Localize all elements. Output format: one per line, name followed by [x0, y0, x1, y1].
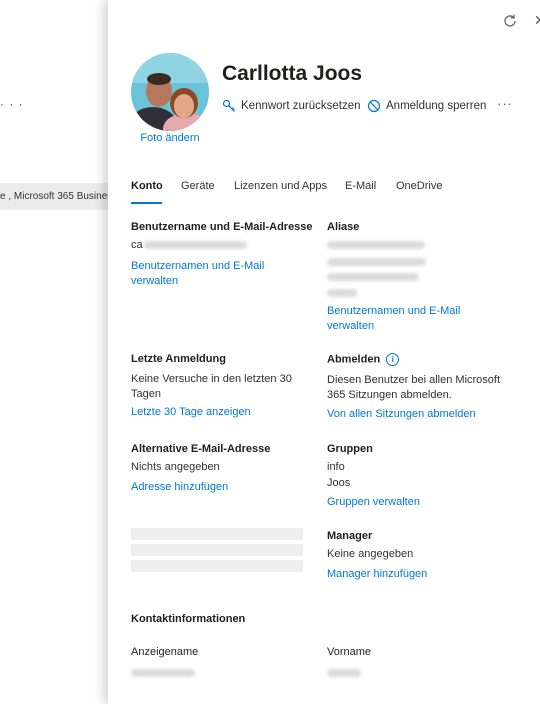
loading-placeholder	[131, 528, 303, 540]
groups-label: Gruppen	[327, 443, 373, 455]
active-tab-indicator	[131, 202, 162, 204]
last-signin-label: Letzte Anmeldung	[131, 353, 226, 365]
info-icon[interactable]: i	[386, 353, 400, 366]
user-display-name: Carllotta Joos	[222, 62, 363, 85]
background-list-row-text: e , Microsoft 365 Business	[0, 191, 108, 202]
manager-value: Keine angegeben	[327, 548, 414, 560]
signout-label: Abmelden i	[327, 353, 400, 366]
background-list-row[interactable]: e , Microsoft 365 Business	[0, 183, 108, 210]
alias-redacted	[327, 289, 357, 297]
reset-password-button[interactable]: Kennwort zurücksetzen	[222, 99, 361, 113]
manager-label: Manager	[327, 530, 373, 542]
background-more-dots: · · ·	[0, 97, 24, 111]
aliases-label: Aliase	[327, 221, 360, 233]
manage-username-link[interactable]: Benutzernamen und E-Mail verwalten	[131, 259, 281, 289]
refresh-icon[interactable]	[502, 13, 518, 29]
last-signin-link[interactable]: Letzte 30 Tage anzeigen	[131, 405, 251, 420]
alias-redacted	[327, 241, 425, 249]
display-name-redacted	[131, 669, 195, 677]
tab-devices[interactable]: Geräte	[181, 180, 215, 192]
loading-placeholder	[131, 560, 303, 572]
tab-licenses[interactable]: Lizenzen und Apps	[234, 180, 327, 192]
alias-redacted	[327, 258, 426, 266]
avatar[interactable]	[131, 53, 209, 131]
signout-description: Diesen Benutzer bei allen Microsoft 365 …	[327, 374, 501, 401]
add-alt-email-link[interactable]: Adresse hinzufügen	[131, 480, 228, 495]
block-signin-button[interactable]: Anmeldung sperren	[367, 99, 486, 113]
manage-groups-link[interactable]: Gruppen verwalten	[327, 495, 420, 510]
username-label: Benutzername und E-Mail-Adresse	[131, 221, 313, 233]
first-name-redacted	[327, 669, 361, 677]
last-signin-value: Keine Versuche in den letzten 30 Tagen	[131, 373, 292, 400]
more-actions-icon[interactable]: ···	[497, 96, 513, 111]
change-photo-link[interactable]: Foto ändern	[128, 132, 212, 144]
tab-email[interactable]: E-Mail	[345, 180, 376, 192]
username-value-redacted	[144, 241, 247, 249]
alt-email-label: Alternative E-Mail-Adresse	[131, 443, 271, 455]
tab-onedrive[interactable]: OneDrive	[396, 180, 442, 192]
block-signin-label: Anmeldung sperren	[386, 100, 487, 112]
user-details-panel: ✕ Foto ändern Carllotta Joos Kennwort zu…	[108, 0, 540, 704]
signout-all-sessions-link[interactable]: Von allen Sitzungen abmelden	[327, 407, 476, 422]
tab-account[interactable]: Konto	[131, 180, 163, 192]
alias-redacted	[327, 273, 419, 281]
loading-placeholder	[131, 544, 303, 556]
first-name-label: Vorname	[327, 646, 372, 658]
alt-email-value: Nichts angegeben	[131, 461, 220, 473]
manage-aliases-link[interactable]: Benutzernamen und E-Mail verwalten	[327, 304, 477, 334]
group-item: info	[327, 461, 345, 473]
username-value-prefix: ca	[131, 239, 143, 251]
group-item: Joos	[327, 477, 351, 489]
close-icon[interactable]: ✕	[534, 12, 540, 28]
key-icon	[222, 99, 235, 112]
display-name-label: Anzeigename	[131, 646, 199, 658]
contact-info-heading: Kontaktinformationen	[131, 613, 246, 625]
add-manager-link[interactable]: Manager hinzufügen	[327, 567, 427, 582]
block-icon	[367, 99, 381, 113]
reset-password-label: Kennwort zurücksetzen	[241, 100, 361, 112]
